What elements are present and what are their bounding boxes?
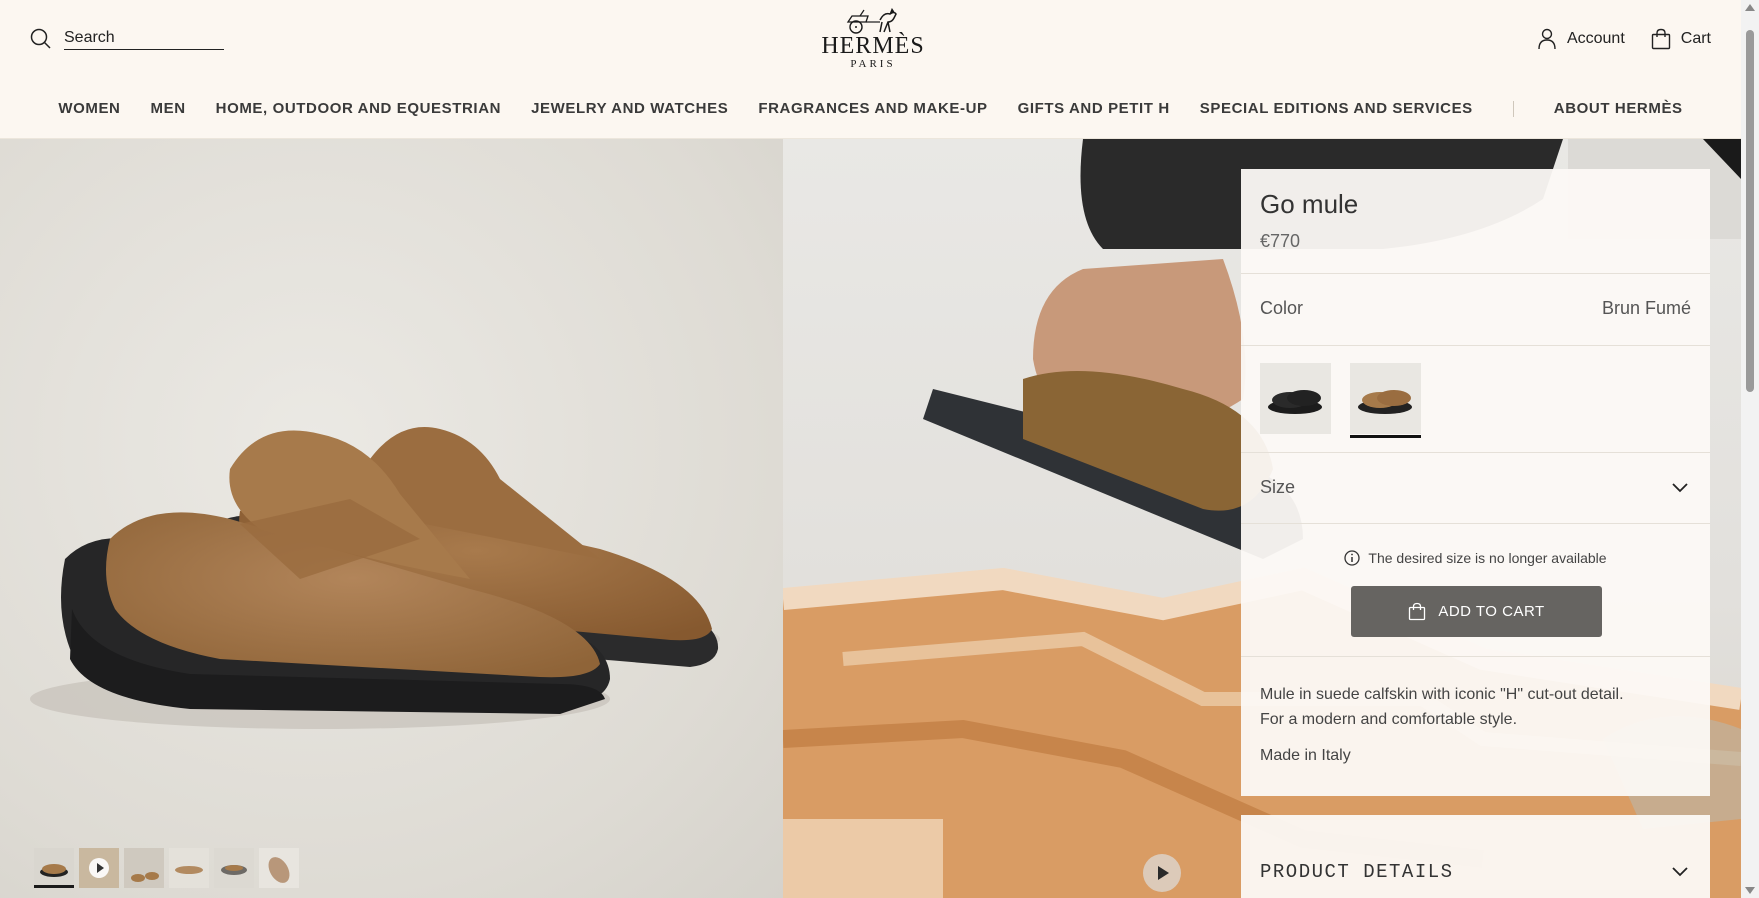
page-scrollbar[interactable]: [1741, 0, 1759, 898]
shopping-bag-icon: [1409, 602, 1426, 621]
product-main-image[interactable]: [0, 139, 783, 898]
nav-divider: [1512, 100, 1514, 117]
scroll-thumb[interactable]: [1746, 30, 1754, 392]
availability-message: The desired size is no longer available: [1241, 550, 1710, 566]
product-description: Mule in suede calfskin with iconic "H" c…: [1260, 682, 1624, 732]
thumbnail-3[interactable]: [124, 848, 164, 888]
nav-item-jewelry[interactable]: JEWELRY AND WATCHES: [531, 100, 728, 117]
product-info-panel: Go mule €770 Color Brun Fumé Size The de…: [1241, 169, 1710, 796]
shopping-bag-icon: [1651, 28, 1670, 50]
add-to-cart-label: ADD TO CART: [1438, 603, 1545, 620]
gallery-thumbnails: [34, 848, 299, 888]
feet-thumb-icon: [131, 872, 159, 882]
nav-item-about[interactable]: ABOUT HERMÈS: [1554, 100, 1683, 117]
mule-sole-thumb-icon: [268, 857, 290, 883]
search-bar[interactable]: Search: [30, 28, 224, 50]
nav-item-special-editions[interactable]: SPECIAL EDITIONS AND SERVICES: [1200, 100, 1473, 117]
logo-subtitle: PARIS: [850, 58, 896, 70]
swatch-selected-indicator: [1350, 435, 1421, 438]
made-in-label: Made in Italy: [1260, 747, 1351, 764]
chevron-down-icon[interactable]: [1672, 867, 1688, 877]
availability-text: The desired size is no longer available: [1368, 550, 1607, 566]
nav-item-fragrances[interactable]: FRAGRANCES AND MAKE-UP: [758, 100, 987, 117]
chevron-down-icon[interactable]: [1672, 483, 1688, 493]
description-line-2: For a modern and comfortable style.: [1260, 711, 1518, 728]
product-price: €770: [1260, 231, 1301, 251]
search-icon[interactable]: [30, 28, 52, 50]
user-icon: [1538, 28, 1556, 50]
nav-item-women[interactable]: WOMEN: [58, 100, 120, 117]
nav-item-gifts[interactable]: GIFTS AND PETIT H: [1018, 100, 1170, 117]
divider: [1241, 452, 1710, 453]
logo-wordmark: HERMÈS: [821, 33, 925, 59]
black-mule-icon: [1268, 390, 1322, 414]
thumbnail-5[interactable]: [214, 848, 254, 888]
thumbnail-1[interactable]: [34, 848, 74, 888]
thumbnail-4[interactable]: [169, 848, 209, 888]
description-line-1: Mule in suede calfskin with iconic "H" c…: [1260, 686, 1624, 703]
cart-link[interactable]: Cart: [1651, 28, 1711, 50]
add-to-cart-button[interactable]: ADD TO CART: [1351, 586, 1602, 637]
swatch-black[interactable]: [1260, 363, 1331, 434]
mule-side-thumb-icon: [175, 866, 203, 874]
scroll-down-arrow-icon[interactable]: [1745, 887, 1755, 894]
mule-shoes-illustration: [30, 427, 720, 729]
nav-item-home[interactable]: HOME, OUTDOOR AND EQUESTRIAN: [216, 100, 501, 117]
site-header: Search HERMÈS PARIS Account Cart WOMEN M…: [0, 0, 1741, 139]
product-details-accordion[interactable]: PRODUCT DETAILS: [1241, 815, 1710, 898]
size-label[interactable]: Size: [1260, 477, 1295, 498]
mule-thumb-icon: [40, 864, 68, 877]
nav-item-men[interactable]: MEN: [151, 100, 186, 117]
video-play-button[interactable]: [1143, 854, 1181, 892]
info-icon: [1344, 550, 1361, 566]
swatch-brun-fume[interactable]: [1350, 363, 1421, 434]
cart-label: Cart: [1680, 30, 1711, 47]
divider: [1241, 345, 1710, 346]
brown-mule-icon: [1358, 390, 1412, 414]
divider: [1241, 523, 1710, 524]
scroll-up-arrow-icon[interactable]: [1745, 4, 1755, 11]
play-icon: [89, 858, 109, 878]
divider: [1241, 656, 1710, 657]
search-input[interactable]: Search: [64, 29, 224, 50]
account-label: Account: [1566, 30, 1625, 47]
user-links: Account Cart: [1537, 28, 1711, 50]
product-details-label: PRODUCT DETAILS: [1260, 861, 1454, 883]
account-link[interactable]: Account: [1537, 28, 1625, 50]
thumbnail-6[interactable]: [259, 848, 299, 888]
product-title: Go mule: [1260, 189, 1359, 219]
carriage-icon: [846, 8, 897, 34]
color-label: Color: [1260, 298, 1304, 318]
thumbnail-2-video[interactable]: [79, 848, 119, 888]
color-value: Brun Fumé: [1601, 298, 1691, 318]
mule-top-thumb-icon: [221, 865, 247, 875]
main-navigation: WOMEN MEN HOME, OUTDOOR AND EQUESTRIAN J…: [0, 100, 1741, 117]
divider: [1241, 273, 1710, 274]
hermes-logo[interactable]: HERMÈS PARIS: [818, 8, 928, 70]
